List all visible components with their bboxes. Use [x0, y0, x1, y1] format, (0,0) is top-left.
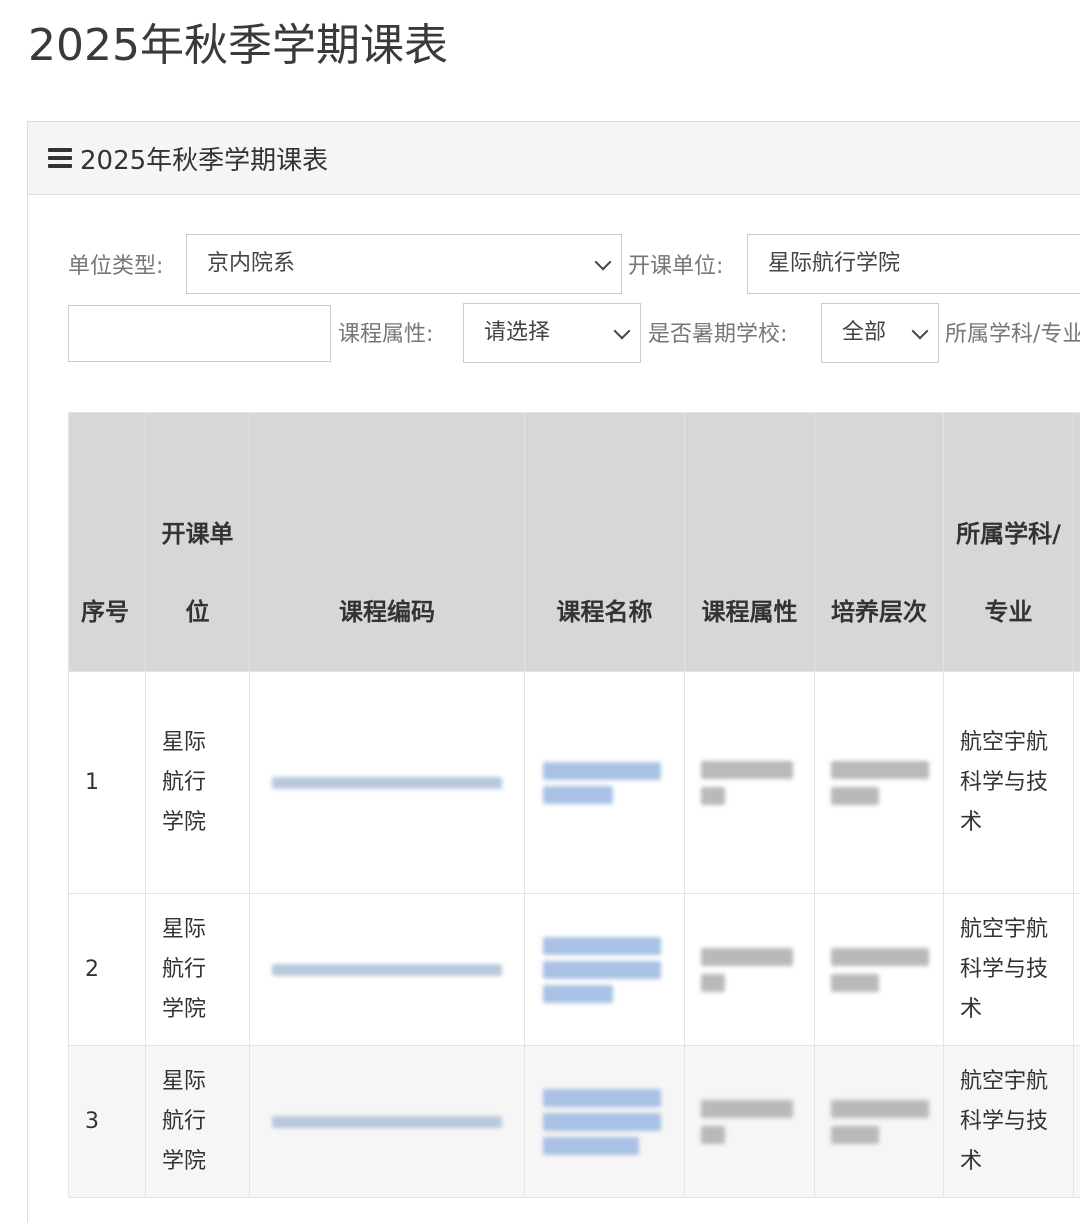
- header-name: 课程名称: [525, 413, 685, 672]
- panel-heading-title: 2025年秋季学期课表: [80, 140, 328, 177]
- course-attr-select[interactable]: 请选择: [463, 303, 641, 363]
- course-unit-label: 开课单位:: [628, 252, 723, 282]
- header-overflow: [1074, 413, 1080, 672]
- chevron-down-icon: [595, 254, 612, 271]
- row-major: 航空宇航科学与技术: [944, 1046, 1074, 1198]
- header-idx: 序号: [69, 413, 146, 672]
- row-idx: 2: [69, 894, 146, 1046]
- course-attr-label: 课程属性:: [338, 320, 433, 350]
- table-row: 2 星际航行学院 航空宇航科学与技术: [69, 894, 1080, 1046]
- row-name-redacted: [525, 894, 685, 1046]
- row-overflow: [1074, 1046, 1080, 1198]
- row-unit: 星际航行学院: [146, 894, 250, 1046]
- unit-type-select[interactable]: 京内院系: [186, 234, 622, 294]
- header-major: 所属学科/专业: [944, 413, 1074, 672]
- summer-school-value: 全部: [842, 318, 886, 348]
- unit-type-label: 单位类型:: [68, 252, 163, 282]
- page-title: 2025年秋季学期课表: [28, 14, 448, 78]
- chevron-down-icon: [614, 323, 631, 340]
- row-attr-redacted: [685, 672, 815, 894]
- course-unit-value: 星际航行学院: [768, 249, 900, 279]
- keyword-input[interactable]: [68, 305, 331, 362]
- course-unit-select[interactable]: 星际航行学院: [747, 234, 1080, 294]
- menu-icon: [48, 144, 72, 172]
- header-code: 课程编码: [250, 413, 525, 672]
- row-attr-redacted: [685, 894, 815, 1046]
- table-row: 1 星际航行学院 航空宇航科学与技术: [69, 672, 1080, 894]
- row-unit: 星际航行学院: [146, 1046, 250, 1198]
- panel-heading: 2025年秋季学期课表: [28, 122, 1080, 195]
- row-attr-redacted: [685, 1046, 815, 1198]
- row-overflow: [1074, 894, 1080, 1046]
- row-major: 航空宇航科学与技术: [944, 894, 1074, 1046]
- header-level: 培养层次: [815, 413, 944, 672]
- header-unit: 开课单位: [146, 413, 250, 672]
- row-name-redacted: [525, 672, 685, 894]
- summer-school-select[interactable]: 全部: [821, 303, 939, 363]
- row-code-redacted: [250, 1046, 525, 1198]
- chevron-down-icon: [912, 323, 929, 340]
- row-overflow: [1074, 672, 1080, 894]
- row-idx: 3: [69, 1046, 146, 1198]
- schedule-table: 序号 开课单位 课程编码 课程名称 课程属性 培养层次 所属学科/专业 1 星际…: [68, 412, 1080, 1198]
- unit-type-value: 京内院系: [207, 249, 295, 279]
- row-code-redacted: [250, 672, 525, 894]
- row-major: 航空宇航科学与技术: [944, 672, 1074, 894]
- course-attr-value: 请选择: [484, 318, 550, 348]
- row-level-redacted: [815, 1046, 944, 1198]
- row-unit: 星际航行学院: [146, 672, 250, 894]
- row-name-redacted: [525, 1046, 685, 1198]
- table-row: 3 星际航行学院 航空宇航科学与技术: [69, 1046, 1080, 1198]
- row-level-redacted: [815, 894, 944, 1046]
- row-idx: 1: [69, 672, 146, 894]
- row-code-redacted: [250, 894, 525, 1046]
- subject-label: 所属学科/专业: [945, 320, 1080, 350]
- row-level-redacted: [815, 672, 944, 894]
- table-header-row: 序号 开课单位 课程编码 课程名称 课程属性 培养层次 所属学科/专业: [69, 413, 1080, 672]
- summer-school-label: 是否暑期学校:: [648, 320, 787, 350]
- header-attr: 课程属性: [685, 413, 815, 672]
